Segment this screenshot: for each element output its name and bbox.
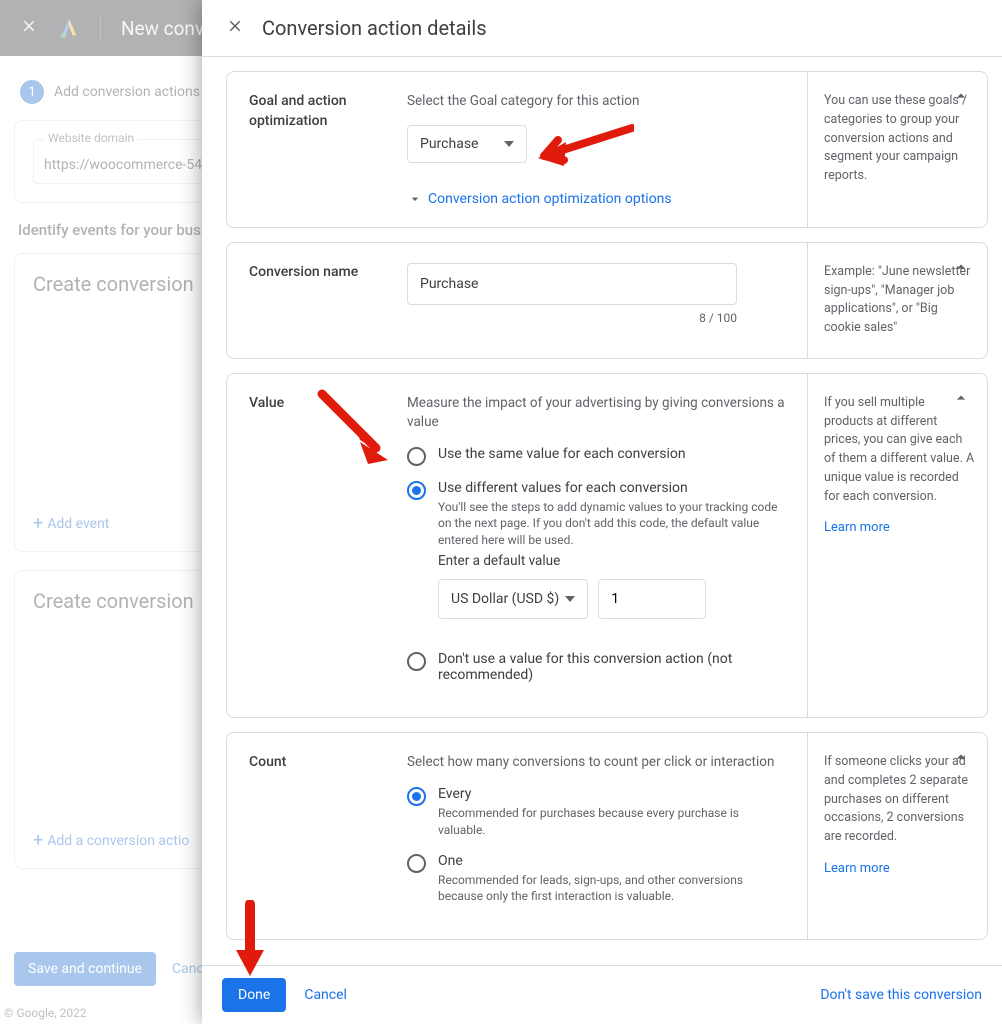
radio-subtext: You'll see the steps to add dynamic valu… <box>438 499 785 549</box>
conversion-name-input[interactable] <box>407 263 737 305</box>
radio-same-value[interactable] <box>407 447 426 466</box>
step-label: Add conversion actions <box>54 84 200 100</box>
caret-down-icon <box>504 139 514 149</box>
currency-select[interactable]: US Dollar (USD $) <box>438 579 588 619</box>
section-count: Count Select how many conversions to cou… <box>226 732 988 940</box>
close-icon[interactable] <box>20 17 38 39</box>
radio-count-one[interactable] <box>407 854 426 873</box>
google-ads-logo-icon <box>58 17 80 39</box>
radio-label: Don't use a value for this conversion ac… <box>438 651 785 683</box>
select-value: Purchase <box>420 136 478 152</box>
goal-category-select[interactable]: Purchase <box>407 125 527 163</box>
radio-label: Every <box>438 786 785 802</box>
default-value-label: Enter a default value <box>438 553 785 569</box>
collapse-button[interactable] <box>951 86 971 110</box>
section-label: Count <box>249 753 377 919</box>
bg-page-title: New conv <box>121 17 204 40</box>
section-sidebar: If you sell multiple products at differe… <box>807 374 987 717</box>
radio-count-every[interactable] <box>407 787 426 806</box>
section-label: Conversion name <box>249 263 377 338</box>
section-label: Value <box>249 394 377 697</box>
learn-more-link[interactable]: Learn more <box>824 518 975 538</box>
section-name: Conversion name 8 / 100 Example: "June n… <box>226 242 988 359</box>
radio-subtext: Recommended for leads, sign-ups, and oth… <box>438 872 785 906</box>
dont-save-link[interactable]: Don't save this conversion <box>820 987 982 1003</box>
collapse-button[interactable] <box>951 388 971 412</box>
vertical-divider <box>100 14 101 42</box>
section-value: Value Measure the impact of your adverti… <box>226 373 988 718</box>
radio-no-value[interactable] <box>407 652 426 671</box>
copyright: © Google, 2022 <box>4 1006 87 1020</box>
learn-more-link[interactable]: Learn more <box>824 859 975 879</box>
chevron-up-icon <box>951 388 971 408</box>
website-domain-value: https://woocommerce-54797 <box>44 157 226 173</box>
close-panel-button[interactable] <box>226 17 244 39</box>
plus-icon: + <box>33 834 43 848</box>
radio-label: Use the same value for each conversion <box>438 446 686 462</box>
cancel-button[interactable]: Cancel <box>304 987 347 1003</box>
chevron-up-icon <box>951 257 971 277</box>
collapse-button[interactable] <box>951 257 971 281</box>
panel-scroll-area[interactable]: Goal and action optimization Select the … <box>202 57 1002 965</box>
add-conversion-action-button[interactable]: + Add a conversion actio <box>33 833 189 849</box>
section-goal: Goal and action optimization Select the … <box>226 71 988 228</box>
chevron-up-icon <box>951 747 971 767</box>
field-legend: Website domain <box>44 131 138 145</box>
section-helper: Select how many conversions to count per… <box>407 753 785 772</box>
collapse-button[interactable] <box>951 747 971 771</box>
radio-label: One <box>438 853 785 869</box>
radio-label: Use different values for each conversion <box>438 480 785 496</box>
conversion-details-panel: Conversion action details Goal and actio… <box>202 0 1002 1024</box>
default-value-input[interactable] <box>598 579 706 619</box>
char-count: 8 / 100 <box>407 311 737 325</box>
chevron-down-icon <box>407 191 423 207</box>
section-helper: Measure the impact of your advertising b… <box>407 394 785 432</box>
step-number-badge: 1 <box>20 80 44 104</box>
section-helper: Select the Goal category for this action <box>407 92 785 111</box>
chevron-up-icon <box>951 86 971 106</box>
panel-footer: Done Cancel Don't save this conversion <box>202 965 1002 1024</box>
save-and-continue-button[interactable]: Save and continue <box>14 952 156 986</box>
radio-subtext: Recommended for purchases because every … <box>438 805 785 839</box>
section-label: Goal and action optimization <box>249 92 377 207</box>
radio-different-values[interactable] <box>407 481 426 500</box>
panel-header: Conversion action details <box>202 0 1002 57</box>
add-event-button[interactable]: + Add event <box>33 516 109 532</box>
caret-down-icon <box>565 594 575 604</box>
panel-title: Conversion action details <box>262 16 487 40</box>
plus-icon: + <box>33 517 43 531</box>
done-button[interactable]: Done <box>222 978 286 1012</box>
optimization-options-toggle[interactable]: Conversion action optimization options <box>407 191 785 207</box>
